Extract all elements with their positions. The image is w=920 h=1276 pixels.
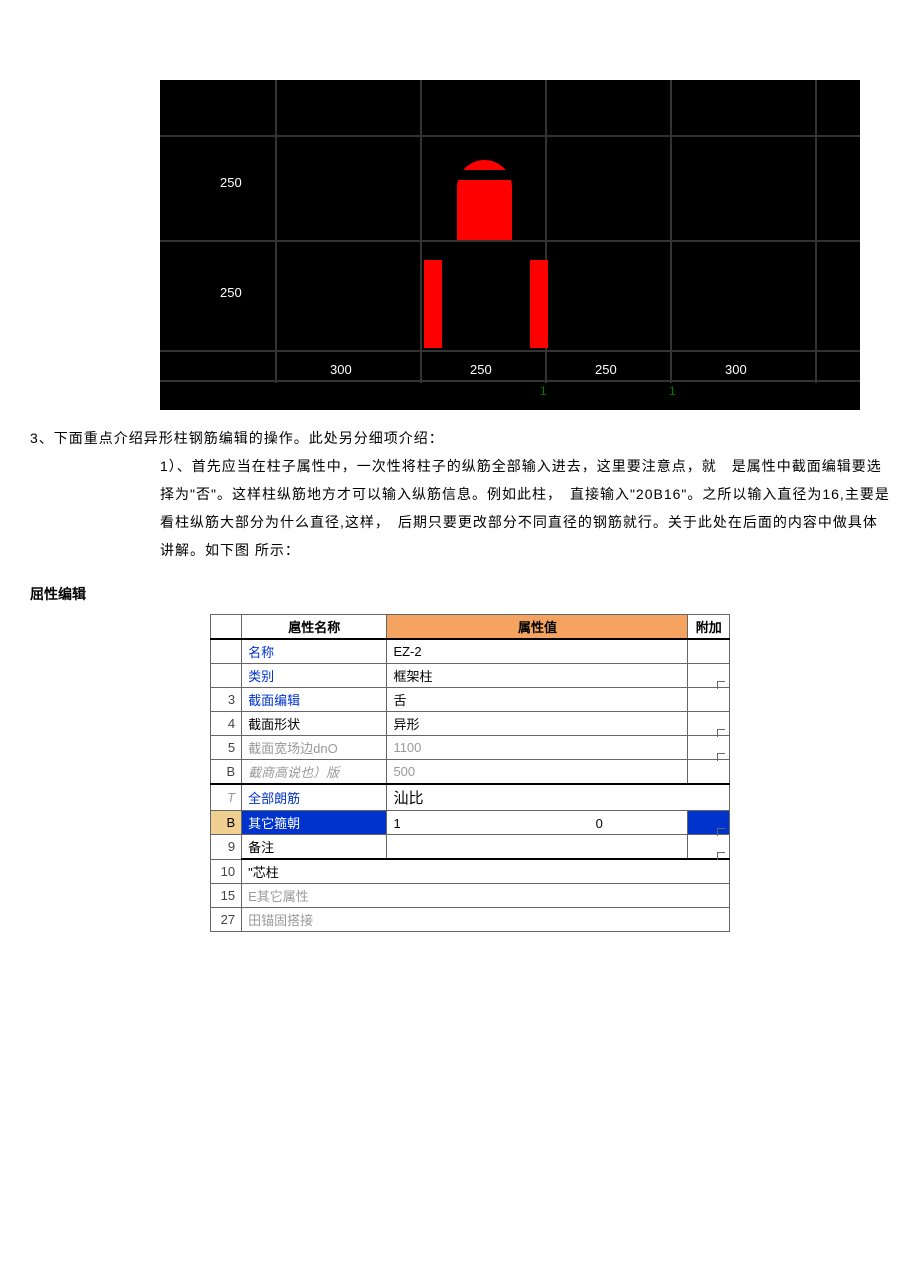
property-name: 备注 xyxy=(242,835,387,860)
property-value[interactable]: 1100 xyxy=(387,736,688,760)
table-header-extra: 附加 xyxy=(688,615,730,640)
cad-dim-label: 250 xyxy=(220,285,242,300)
row-number: B xyxy=(211,760,242,785)
property-name: 截面宽场边dnO xyxy=(242,736,387,760)
property-name: 截面编辑 xyxy=(242,688,387,712)
row-number: 5 xyxy=(211,736,242,760)
cad-dim-label: 250 xyxy=(220,175,242,190)
cad-dim-label: 250 xyxy=(595,362,617,377)
property-name: 名称 xyxy=(242,639,387,664)
table-header-name: 扈性名称 xyxy=(242,615,387,640)
row-number xyxy=(211,639,242,664)
table-row[interactable]: 类别框架柱 xyxy=(211,664,730,688)
property-value[interactable] xyxy=(387,835,688,860)
table-row[interactable]: 9备注 xyxy=(211,835,730,860)
cad-dim-label: 300 xyxy=(725,362,747,377)
property-name: 田锚固搭接 xyxy=(242,908,730,932)
row-number: 3 xyxy=(211,688,242,712)
table-row[interactable]: 名称EZ-2 xyxy=(211,639,730,664)
row-number: B xyxy=(211,811,242,835)
property-value[interactable]: 舌 xyxy=(387,688,688,712)
table-row[interactable]: 3截面编辑舌 xyxy=(211,688,730,712)
property-value[interactable]: 汕比 xyxy=(387,784,730,811)
row-number: 27 xyxy=(211,908,242,932)
row-number: 4 xyxy=(211,712,242,736)
table-row[interactable]: 10"芯柱 xyxy=(211,859,730,884)
property-value[interactable]: 异形 xyxy=(387,712,688,736)
row-number: T xyxy=(211,784,242,811)
cad-dim-label: 250 xyxy=(470,362,492,377)
table-row[interactable]: 4截面形状异形 xyxy=(211,712,730,736)
cad-axis-label: 1 xyxy=(540,384,547,398)
property-name: 全部朗筋 xyxy=(242,784,387,811)
table-header-num xyxy=(211,615,242,640)
property-name: 类别 xyxy=(242,664,387,688)
table-header-value: 属性值 xyxy=(387,615,688,640)
table-row[interactable]: 27田锚固搭接 xyxy=(211,908,730,932)
column-section-shape xyxy=(530,260,548,348)
table-row[interactable]: 5截面宽场边dnO1100 xyxy=(211,736,730,760)
row-number: 15 xyxy=(211,884,242,908)
property-table: 扈性名称 属性值 附加 名称EZ-2类别框架柱3截面编辑舌4截面形状异形5截面宽… xyxy=(210,614,730,932)
body-paragraph: 1）、首先应当在柱子属性中，一次性将柱子的纵筋全部输入进去，这里要注意点，就 是… xyxy=(160,452,890,564)
property-name: 截面形状 xyxy=(242,712,387,736)
property-extra-checkbox[interactable] xyxy=(688,664,730,688)
row-number xyxy=(211,664,242,688)
property-value[interactable]: EZ-2 xyxy=(387,639,688,664)
property-extra-checkbox[interactable] xyxy=(688,760,730,785)
cad-dim-label: 300 xyxy=(330,362,352,377)
table-row[interactable]: T全部朗筋汕比 xyxy=(211,784,730,811)
property-extra-checkbox[interactable] xyxy=(688,712,730,736)
cad-axis-label: 1 xyxy=(669,384,676,398)
column-section-shape xyxy=(457,170,512,180)
property-name: "芯柱 xyxy=(242,859,730,884)
property-name: E其它属性 xyxy=(242,884,730,908)
property-name: 其它箍朝 xyxy=(242,811,387,835)
property-name: 截商高说也）版 xyxy=(242,760,387,785)
property-extra-checkbox[interactable] xyxy=(688,688,730,712)
table-row[interactable]: B其它箍朝1 0 xyxy=(211,811,730,835)
property-extra-checkbox[interactable] xyxy=(688,639,730,664)
row-number: 9 xyxy=(211,835,242,860)
table-row[interactable]: 15E其它属性 xyxy=(211,884,730,908)
row-number: 10 xyxy=(211,859,242,884)
column-section-shape xyxy=(424,260,442,348)
property-extra-checkbox[interactable] xyxy=(688,811,730,835)
property-extra-checkbox[interactable] xyxy=(688,835,730,860)
property-value[interactable]: 框架柱 xyxy=(387,664,688,688)
table-row[interactable]: B截商高说也）版500 xyxy=(211,760,730,785)
property-extra-checkbox[interactable] xyxy=(688,736,730,760)
property-value[interactable]: 1 0 xyxy=(387,811,688,835)
property-value[interactable]: 500 xyxy=(387,760,688,785)
property-editor-title: 屈性编辑 xyxy=(30,584,920,604)
cad-drawing-view: 250 250 300 250 250 300 1 1 xyxy=(160,80,860,410)
body-paragraph: 3、下面重点介绍异形柱钢筋编辑的操作。此处另分细项介绍： xyxy=(30,424,890,452)
